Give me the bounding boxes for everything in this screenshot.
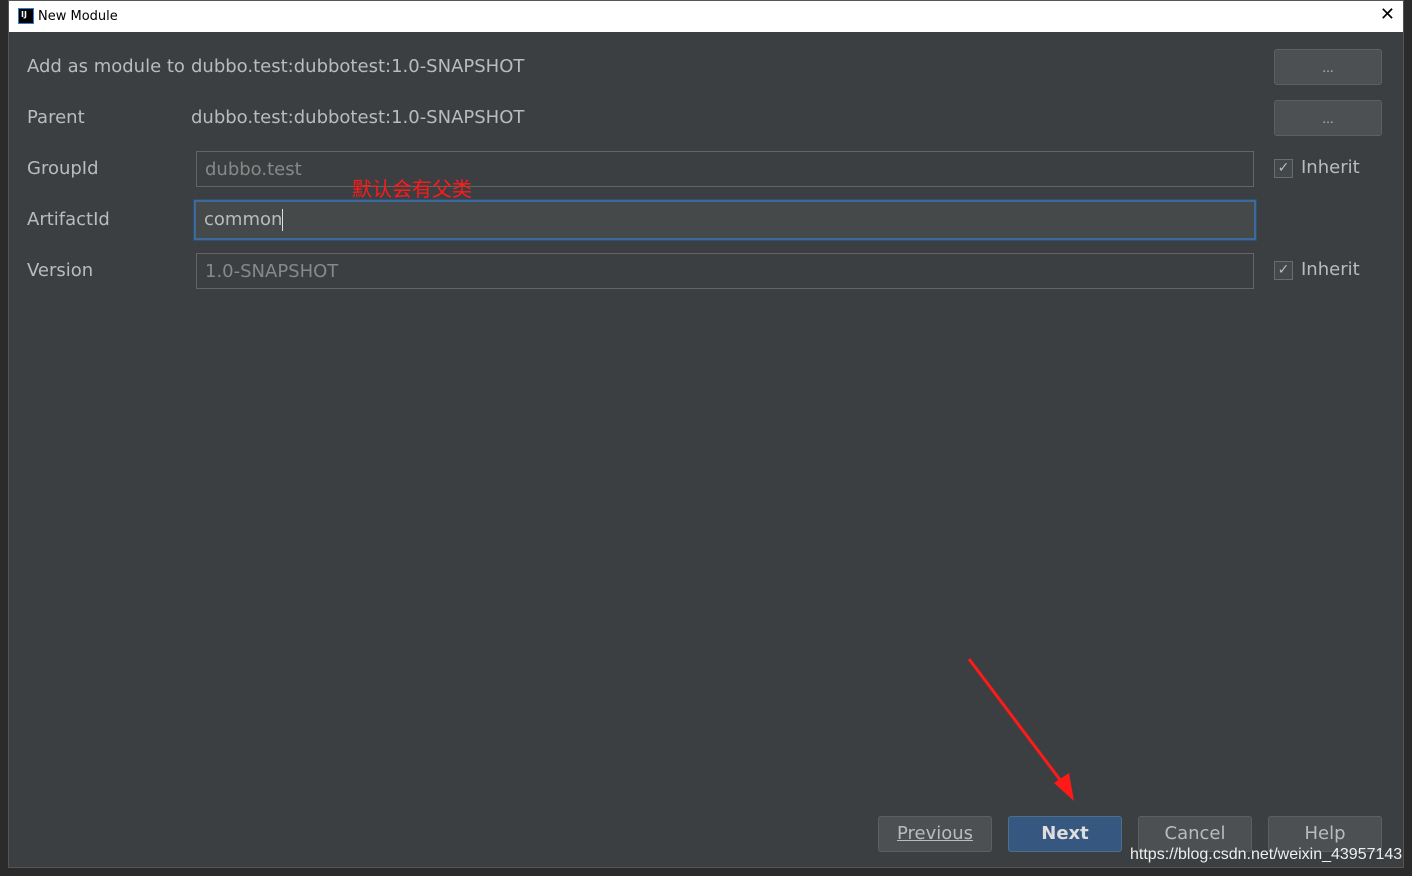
annotation-note: 默认会有父类 [352, 177, 472, 201]
close-icon[interactable]: ✕ [1380, 4, 1395, 25]
red-arrow-annotation [967, 658, 1074, 801]
version-value: 1.0-SNAPSHOT [205, 261, 339, 282]
new-module-dialog: IJ New Module ✕ Add as module to dubbo.t… [8, 0, 1404, 868]
inherit-label: Inherit [1301, 157, 1360, 178]
intellij-icon: IJ [18, 8, 34, 24]
version-label: Version [27, 260, 94, 281]
checkmark-icon: ✓ [1274, 158, 1293, 178]
next-button[interactable]: Next [1008, 816, 1122, 852]
cancel-label: Cancel [1164, 823, 1226, 844]
previous-label: Previous [896, 823, 974, 844]
previous-button[interactable]: Previous [878, 816, 992, 852]
version-field[interactable]: 1.0-SNAPSHOT [196, 253, 1254, 289]
parent-browse-button[interactable]: ... [1274, 100, 1382, 136]
next-label: Next [1041, 823, 1089, 844]
artifactid-label: ArtifactId [27, 209, 110, 230]
help-label: Help [1304, 823, 1346, 844]
version-inherit-checkbox[interactable]: ✓ Inherit [1274, 259, 1360, 280]
inherit-label: Inherit [1301, 259, 1360, 280]
groupid-label: GroupId [27, 158, 99, 179]
artifactid-value: common [204, 209, 283, 230]
add-as-module-label: Add as module to [27, 56, 185, 77]
groupid-inherit-checkbox[interactable]: ✓ Inherit [1274, 157, 1360, 178]
parent-label: Parent [27, 107, 85, 128]
text-caret [282, 209, 284, 231]
window-title: New Module [38, 9, 118, 24]
watermark: https://blog.csdn.net/weixin_43957143 [1130, 846, 1403, 863]
add-as-module-value: dubbo.test:dubbotest:1.0-SNAPSHOT [191, 56, 525, 77]
artifactid-field[interactable]: common [193, 199, 1257, 241]
parent-value: dubbo.test:dubbotest:1.0-SNAPSHOT [191, 107, 525, 128]
title-bar: IJ New Module ✕ [9, 1, 1403, 32]
groupid-value: dubbo.test [205, 159, 302, 180]
checkmark-icon: ✓ [1274, 260, 1293, 280]
add-as-module-browse-button[interactable]: ... [1274, 49, 1382, 85]
